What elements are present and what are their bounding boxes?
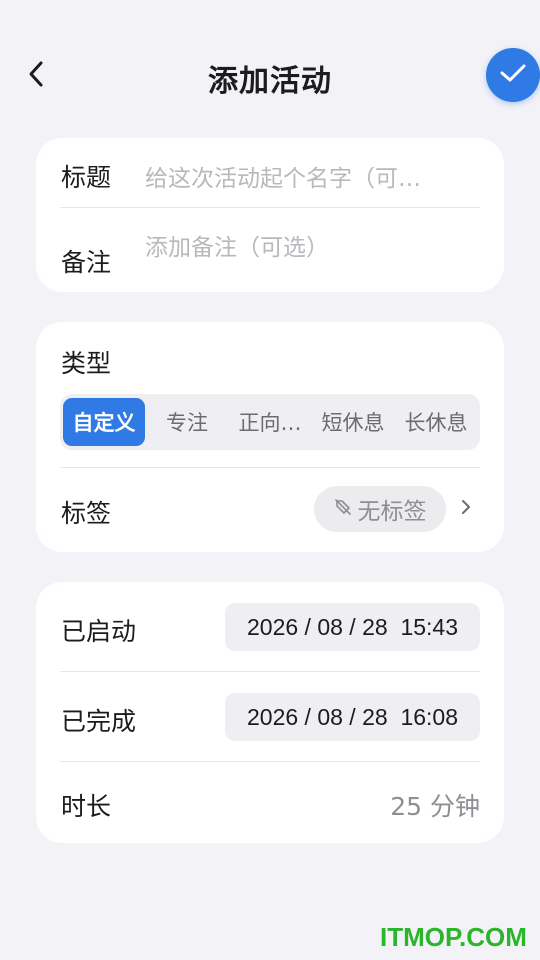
time-card: 已启动 2026 / 08 / 28 15:43 已完成 2026 / 08 /… <box>36 582 504 843</box>
header: 添加活动 <box>0 0 540 150</box>
divider <box>60 467 480 468</box>
note-label: 备注 <box>61 248 112 277</box>
tag-chip-label: 无标签 <box>357 499 427 525</box>
segment-short-break[interactable]: 短休息 <box>312 398 394 446</box>
chevron-right-icon <box>461 499 471 519</box>
completed-datetime-field[interactable]: 2026 / 08 / 28 16:08 <box>225 693 480 741</box>
segment-count-up[interactable]: 正向… <box>229 398 311 446</box>
confirm-button[interactable] <box>486 48 540 102</box>
started-label: 已启动 <box>61 617 137 646</box>
info-card: 标题 给这次活动起个名字（可… 备注 添加备注（可选） <box>36 138 504 292</box>
type-segmented-control: 自定义 专注 正向… 短休息 长休息 <box>60 394 480 450</box>
note-input[interactable]: 添加备注（可选） <box>145 228 465 262</box>
tag-off-icon <box>334 496 352 522</box>
page-title: 添加活动 <box>208 64 332 99</box>
tags-label: 标签 <box>61 499 112 528</box>
title-label: 标题 <box>61 163 112 192</box>
divider <box>60 761 480 762</box>
segment-focus[interactable]: 专注 <box>146 398 228 446</box>
segment-custom[interactable]: 自定义 <box>63 398 145 446</box>
segment-long-break[interactable]: 长休息 <box>395 398 477 446</box>
watermark-logo: ITMOP.COM <box>380 922 527 952</box>
divider <box>60 207 480 208</box>
completed-label: 已完成 <box>61 707 137 736</box>
title-input[interactable]: 给这次活动起个名字（可… <box>145 159 465 193</box>
add-activity-page: 添加活动 标题 给这次活动起个名字（可… 备注 添加备注（可选） 类型 自定义 … <box>0 0 540 960</box>
check-icon <box>499 62 527 88</box>
divider <box>60 671 480 672</box>
tags-chevron[interactable] <box>456 498 476 520</box>
duration-label: 时长 <box>61 792 112 821</box>
type-label: 类型 <box>61 349 112 378</box>
duration-value: 25 分钟 <box>390 792 480 821</box>
type-card: 类型 自定义 专注 正向… 短休息 长休息 标签 无标签 <box>36 322 504 552</box>
started-datetime-field[interactable]: 2026 / 08 / 28 15:43 <box>225 603 480 651</box>
tag-chip[interactable]: 无标签 <box>314 486 446 532</box>
